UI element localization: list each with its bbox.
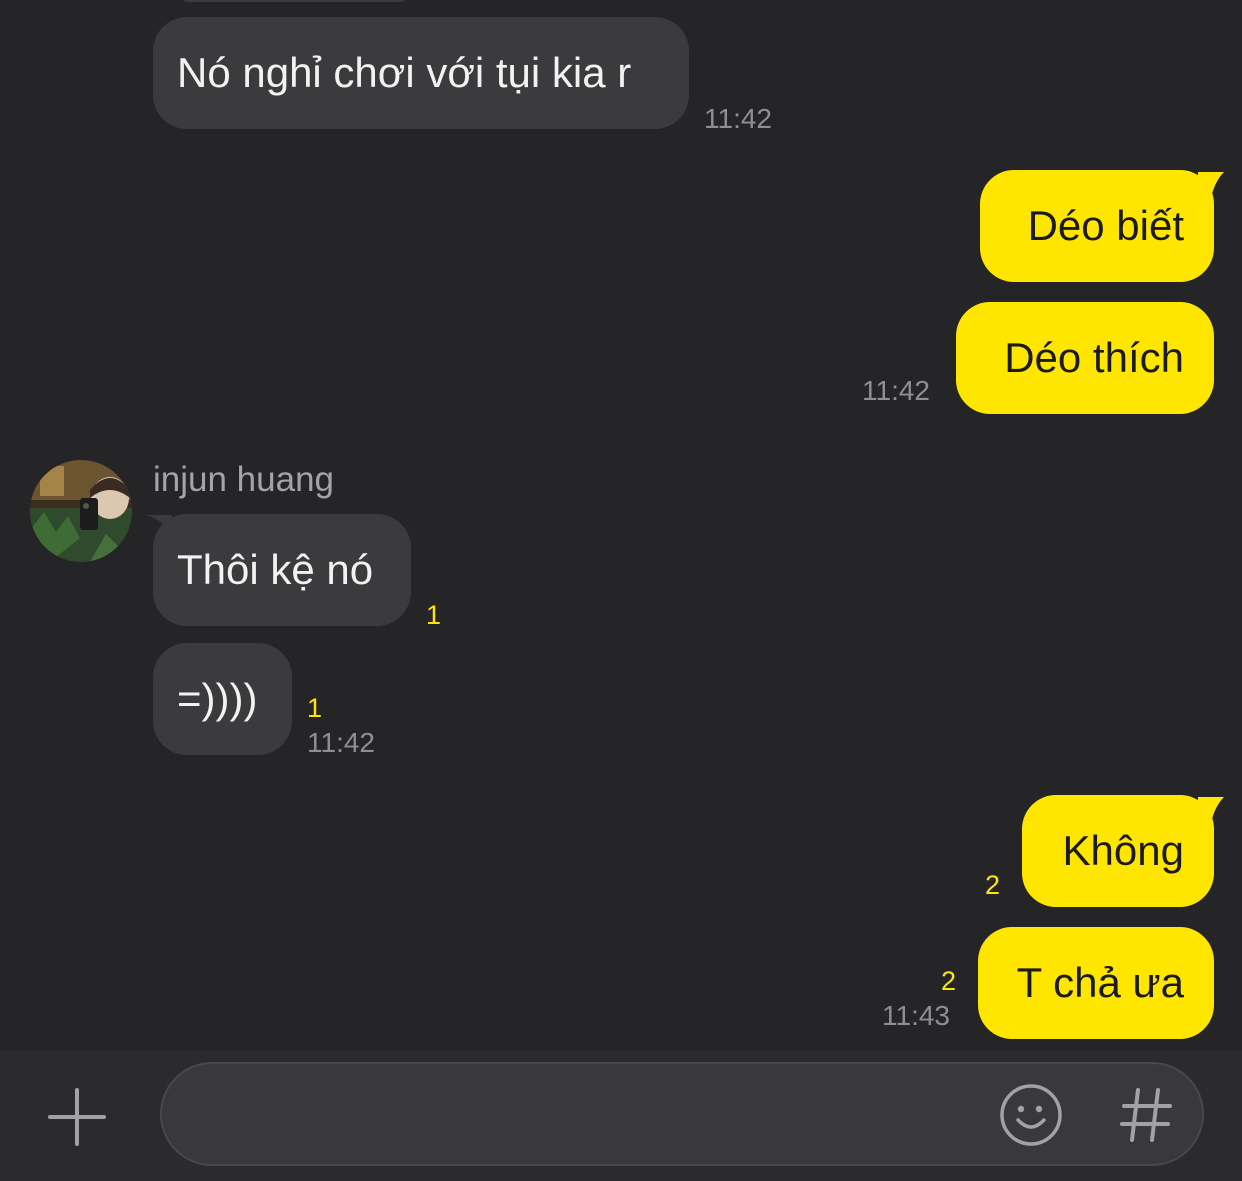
message-timestamp: 11:43 [882, 1000, 950, 1031]
plus-icon[interactable] [46, 1086, 108, 1148]
hashtag-icon[interactable] [1118, 1084, 1174, 1146]
message-timestamp: 11:42 [704, 103, 772, 134]
message-bubble-outgoing[interactable]: Không [1022, 795, 1214, 907]
message-composer [0, 1050, 1242, 1181]
message-timestamp: 11:42 [862, 375, 930, 406]
bubble-tail [1198, 172, 1224, 194]
smiley-icon[interactable] [998, 1082, 1064, 1148]
unread-count: 2 [941, 966, 957, 996]
message-bubble-outgoing[interactable]: Déo biết [980, 170, 1214, 282]
previous-message-edge [183, 0, 405, 2]
message-bubble-incoming[interactable]: =)))) [153, 643, 292, 755]
unread-count: 1 [307, 693, 323, 723]
unread-count: 1 [426, 600, 442, 630]
message-list[interactable]: Nó nghỉ chơi với tụi kia r 11:42 Déo biế… [0, 0, 1242, 1050]
message-timestamp: 11:42 [307, 727, 375, 758]
chat-screen: Nó nghỉ chơi với tụi kia r 11:42 Déo biế… [0, 0, 1242, 1181]
message-bubble-outgoing[interactable]: Déo thích [956, 302, 1214, 414]
message-bubble-outgoing[interactable]: T chả ưa [978, 927, 1214, 1039]
sender-name: injun huang [153, 460, 334, 499]
avatar-photo [30, 460, 132, 562]
message-bubble-incoming[interactable]: Thôi kệ nó [153, 514, 411, 626]
message-bubble-incoming[interactable]: Nó nghỉ chơi với tụi kia r [153, 17, 689, 129]
unread-count: 2 [985, 870, 1001, 900]
contact-avatar[interactable] [30, 460, 132, 562]
bubble-tail [1198, 797, 1224, 819]
